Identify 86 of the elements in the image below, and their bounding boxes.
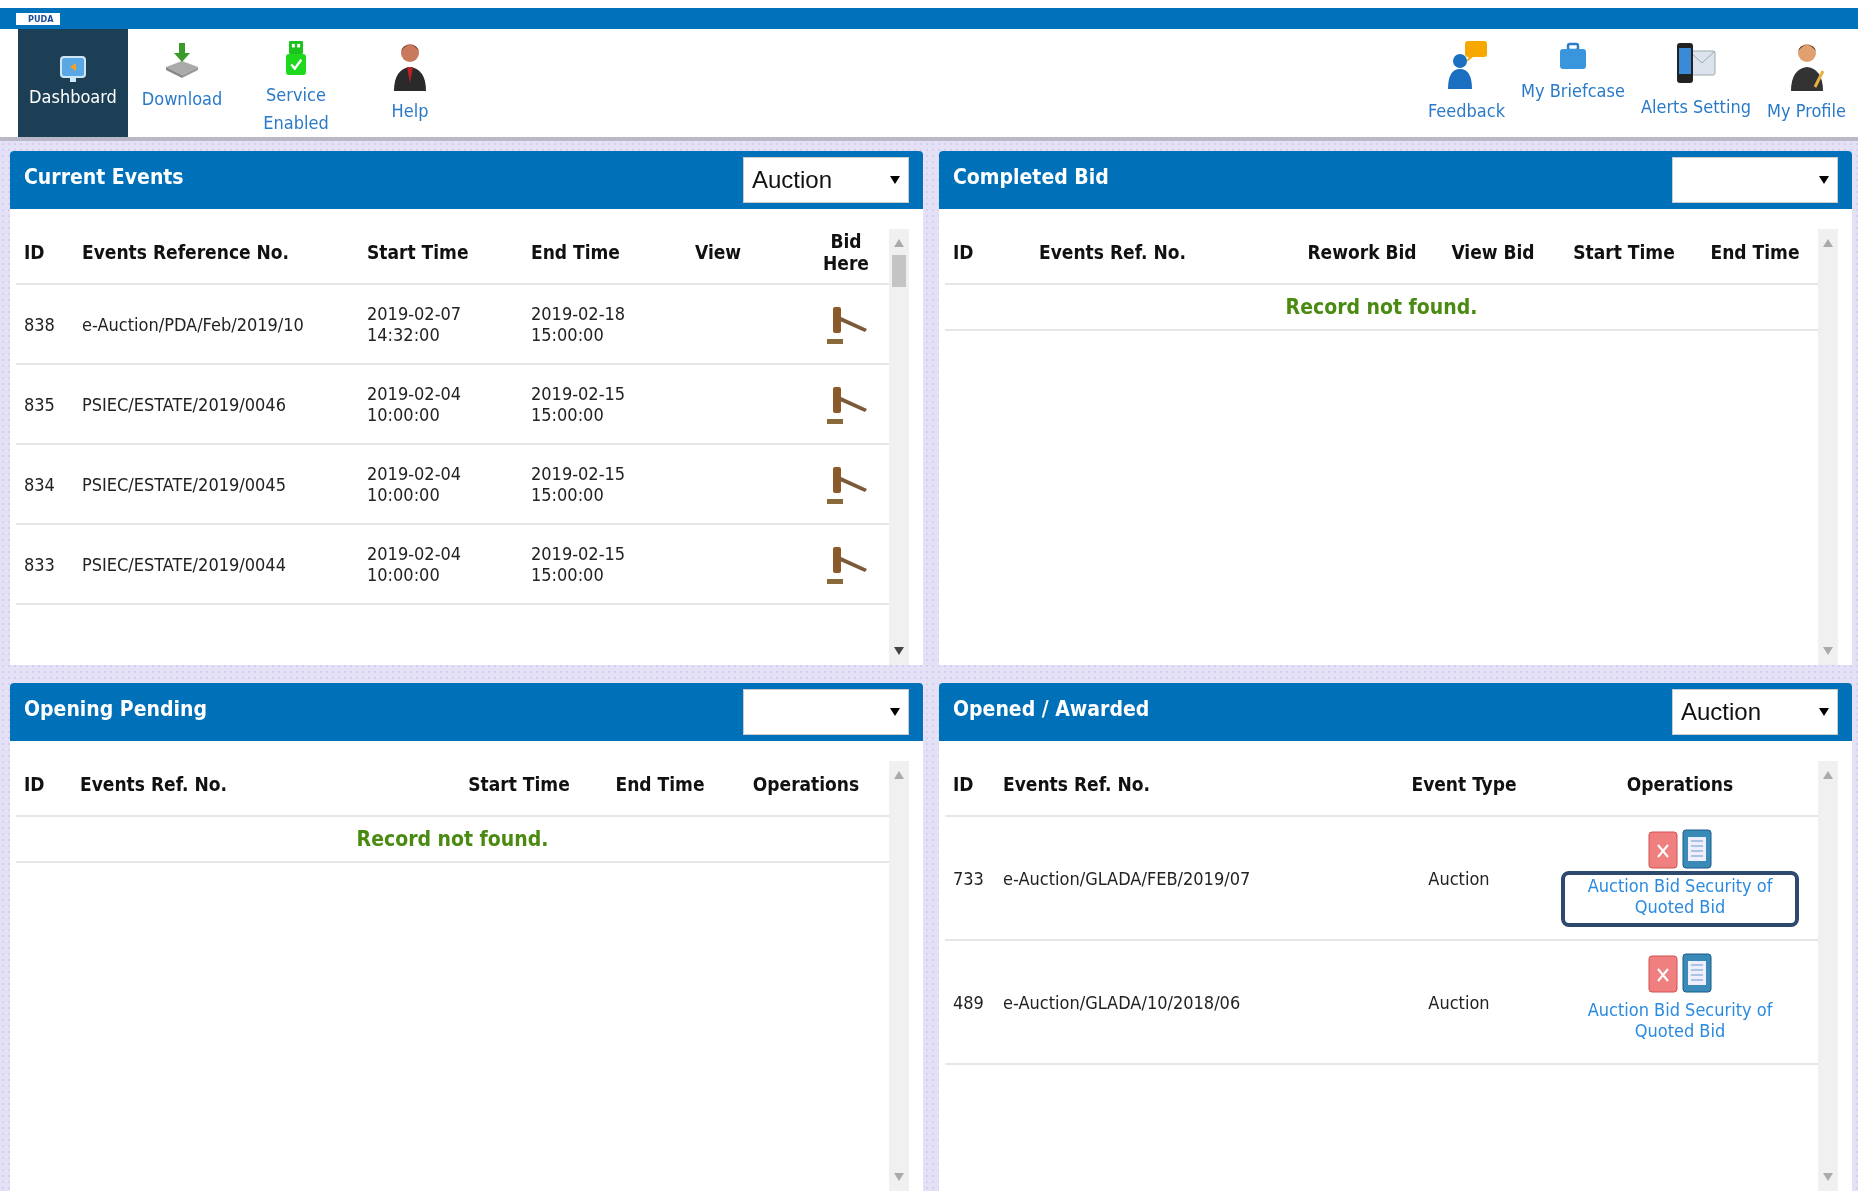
column-header: End Time: [531, 241, 621, 263]
monitor-icon: [58, 55, 88, 85]
word-file-icon[interactable]: [1682, 953, 1712, 993]
column-header: End Time: [1709, 241, 1801, 263]
column-header: End Time: [614, 773, 706, 795]
toolbar-button[interactable]: Service Enabled: [236, 29, 356, 137]
empty-message: Record not found.: [1285, 295, 1478, 319]
table-cell-text: 733: [953, 867, 985, 889]
table-cell-text: 2019-02-18 15:00:00: [531, 303, 627, 345]
column-header: Events Reference No.: [82, 241, 291, 263]
scroll-up-icon[interactable]: [894, 771, 904, 779]
caret-icon: [890, 175, 900, 185]
bid-security-link[interactable]: Auction Bid Security of Quoted Bid: [1561, 995, 1799, 1051]
empty-message: Record not found.: [356, 827, 549, 851]
table-cell-text: 2019-02-04 10:00:00: [367, 463, 463, 505]
caret-icon: [1819, 707, 1829, 717]
column-header: View: [695, 241, 743, 263]
table-cell-text: 2019-02-15 15:00:00: [531, 463, 627, 505]
scrollbar[interactable]: [889, 229, 909, 665]
toolbar-button[interactable]: My Briefcase: [1515, 29, 1631, 137]
table-cell-text: Auction: [1427, 991, 1491, 1013]
scroll-up-icon[interactable]: [1823, 771, 1833, 779]
table-cell-text: PSIEC/ESTATE/2019/0044: [82, 553, 287, 575]
briefcase-icon: [1557, 41, 1588, 71]
person-icon: [1788, 41, 1825, 91]
chat-person-icon: [1446, 41, 1487, 91]
scrollbar[interactable]: [889, 761, 909, 1191]
column-header: View Bid: [1450, 241, 1536, 263]
table-cell-text: 834: [24, 473, 56, 495]
table-cell-text: PSIEC/ESTATE/2019/0046: [82, 393, 287, 415]
table-cell-text: 2019-02-07 14:32:00: [367, 303, 463, 345]
table-cell-text: e-Auction/PDA/Feb/2019/10: [82, 313, 305, 335]
toolbar-button[interactable]: Help: [356, 29, 464, 137]
table-cell-text: 489: [953, 991, 985, 1013]
caret-icon: [1819, 175, 1829, 185]
table-cell-text: e-Auction/GLADA/FEB/2019/07: [1003, 867, 1252, 889]
column-header: Events Ref. No.: [80, 773, 229, 795]
toolbar-button[interactable]: My Profile: [1761, 29, 1852, 137]
bid-security-link[interactable]: Auction Bid Security of Quoted Bid: [1561, 871, 1799, 927]
column-header: Operations: [751, 773, 861, 795]
scrollbar[interactable]: [1818, 229, 1838, 665]
table-cell-text: 833: [24, 553, 56, 575]
column-header: Bid Here: [822, 230, 870, 274]
toolbar-button[interactable]: Feedback: [1422, 29, 1512, 137]
column-header: Events Ref. No.: [1039, 241, 1188, 263]
column-header: Start Time: [467, 773, 571, 795]
panel-title: Opening Pending: [24, 697, 207, 721]
toolbar-button[interactable]: Download: [128, 29, 236, 137]
toolbar-button[interactable]: Dashboard: [18, 29, 128, 137]
caret-icon: [890, 707, 900, 717]
table-cell-text: 2019-02-04 10:00:00: [367, 383, 463, 425]
table-cell-text: Auction: [1427, 867, 1491, 889]
table-cell-text: 2019-02-15 15:00:00: [531, 543, 627, 585]
column-header: Operations: [1625, 773, 1735, 795]
column-header: Event Type: [1410, 773, 1518, 795]
table-cell-text: 2019-02-15 15:00:00: [531, 383, 627, 425]
column-header: Start Time: [1572, 241, 1676, 263]
scroll-down-icon[interactable]: [894, 647, 904, 655]
table-cell-text: 838: [24, 313, 56, 335]
person-icon: [392, 41, 428, 91]
filter-dropdown[interactable]: Auction: [743, 157, 909, 203]
scroll-up-icon[interactable]: [894, 239, 904, 247]
panel-title: Current Events: [24, 165, 184, 189]
toolbar-button[interactable]: Alerts Setting: [1634, 29, 1757, 137]
word-file-icon[interactable]: [1682, 829, 1712, 869]
column-header: Rework Bid: [1306, 241, 1418, 263]
table-cell-text: 2019-02-04 10:00:00: [367, 543, 463, 585]
table-cell-text: 835: [24, 393, 56, 415]
column-header: ID: [24, 241, 46, 263]
filter-dropdown[interactable]: [1672, 157, 1838, 203]
filter-dropdown[interactable]: Auction: [1672, 689, 1838, 735]
table-cell-text: PSIEC/ESTATE/2019/0045: [82, 473, 287, 495]
excel-file-icon[interactable]: [1648, 829, 1678, 869]
column-header: ID: [953, 241, 975, 263]
panel-title: Completed Bid: [953, 165, 1109, 189]
scroll-up-icon[interactable]: [1823, 239, 1833, 247]
table-cell-text: e-Auction/GLADA/10/2018/06: [1003, 991, 1242, 1013]
scrollbar[interactable]: [1818, 761, 1838, 1191]
scroll-thumb[interactable]: [892, 255, 906, 287]
column-header: Events Ref. No.: [1003, 773, 1152, 795]
column-header: Start Time: [367, 241, 470, 263]
excel-file-icon[interactable]: [1648, 953, 1678, 993]
panel-title: Opened / Awarded: [953, 697, 1150, 721]
filter-dropdown[interactable]: [743, 689, 909, 735]
column-header: ID: [24, 773, 46, 795]
column-header: ID: [953, 773, 975, 795]
